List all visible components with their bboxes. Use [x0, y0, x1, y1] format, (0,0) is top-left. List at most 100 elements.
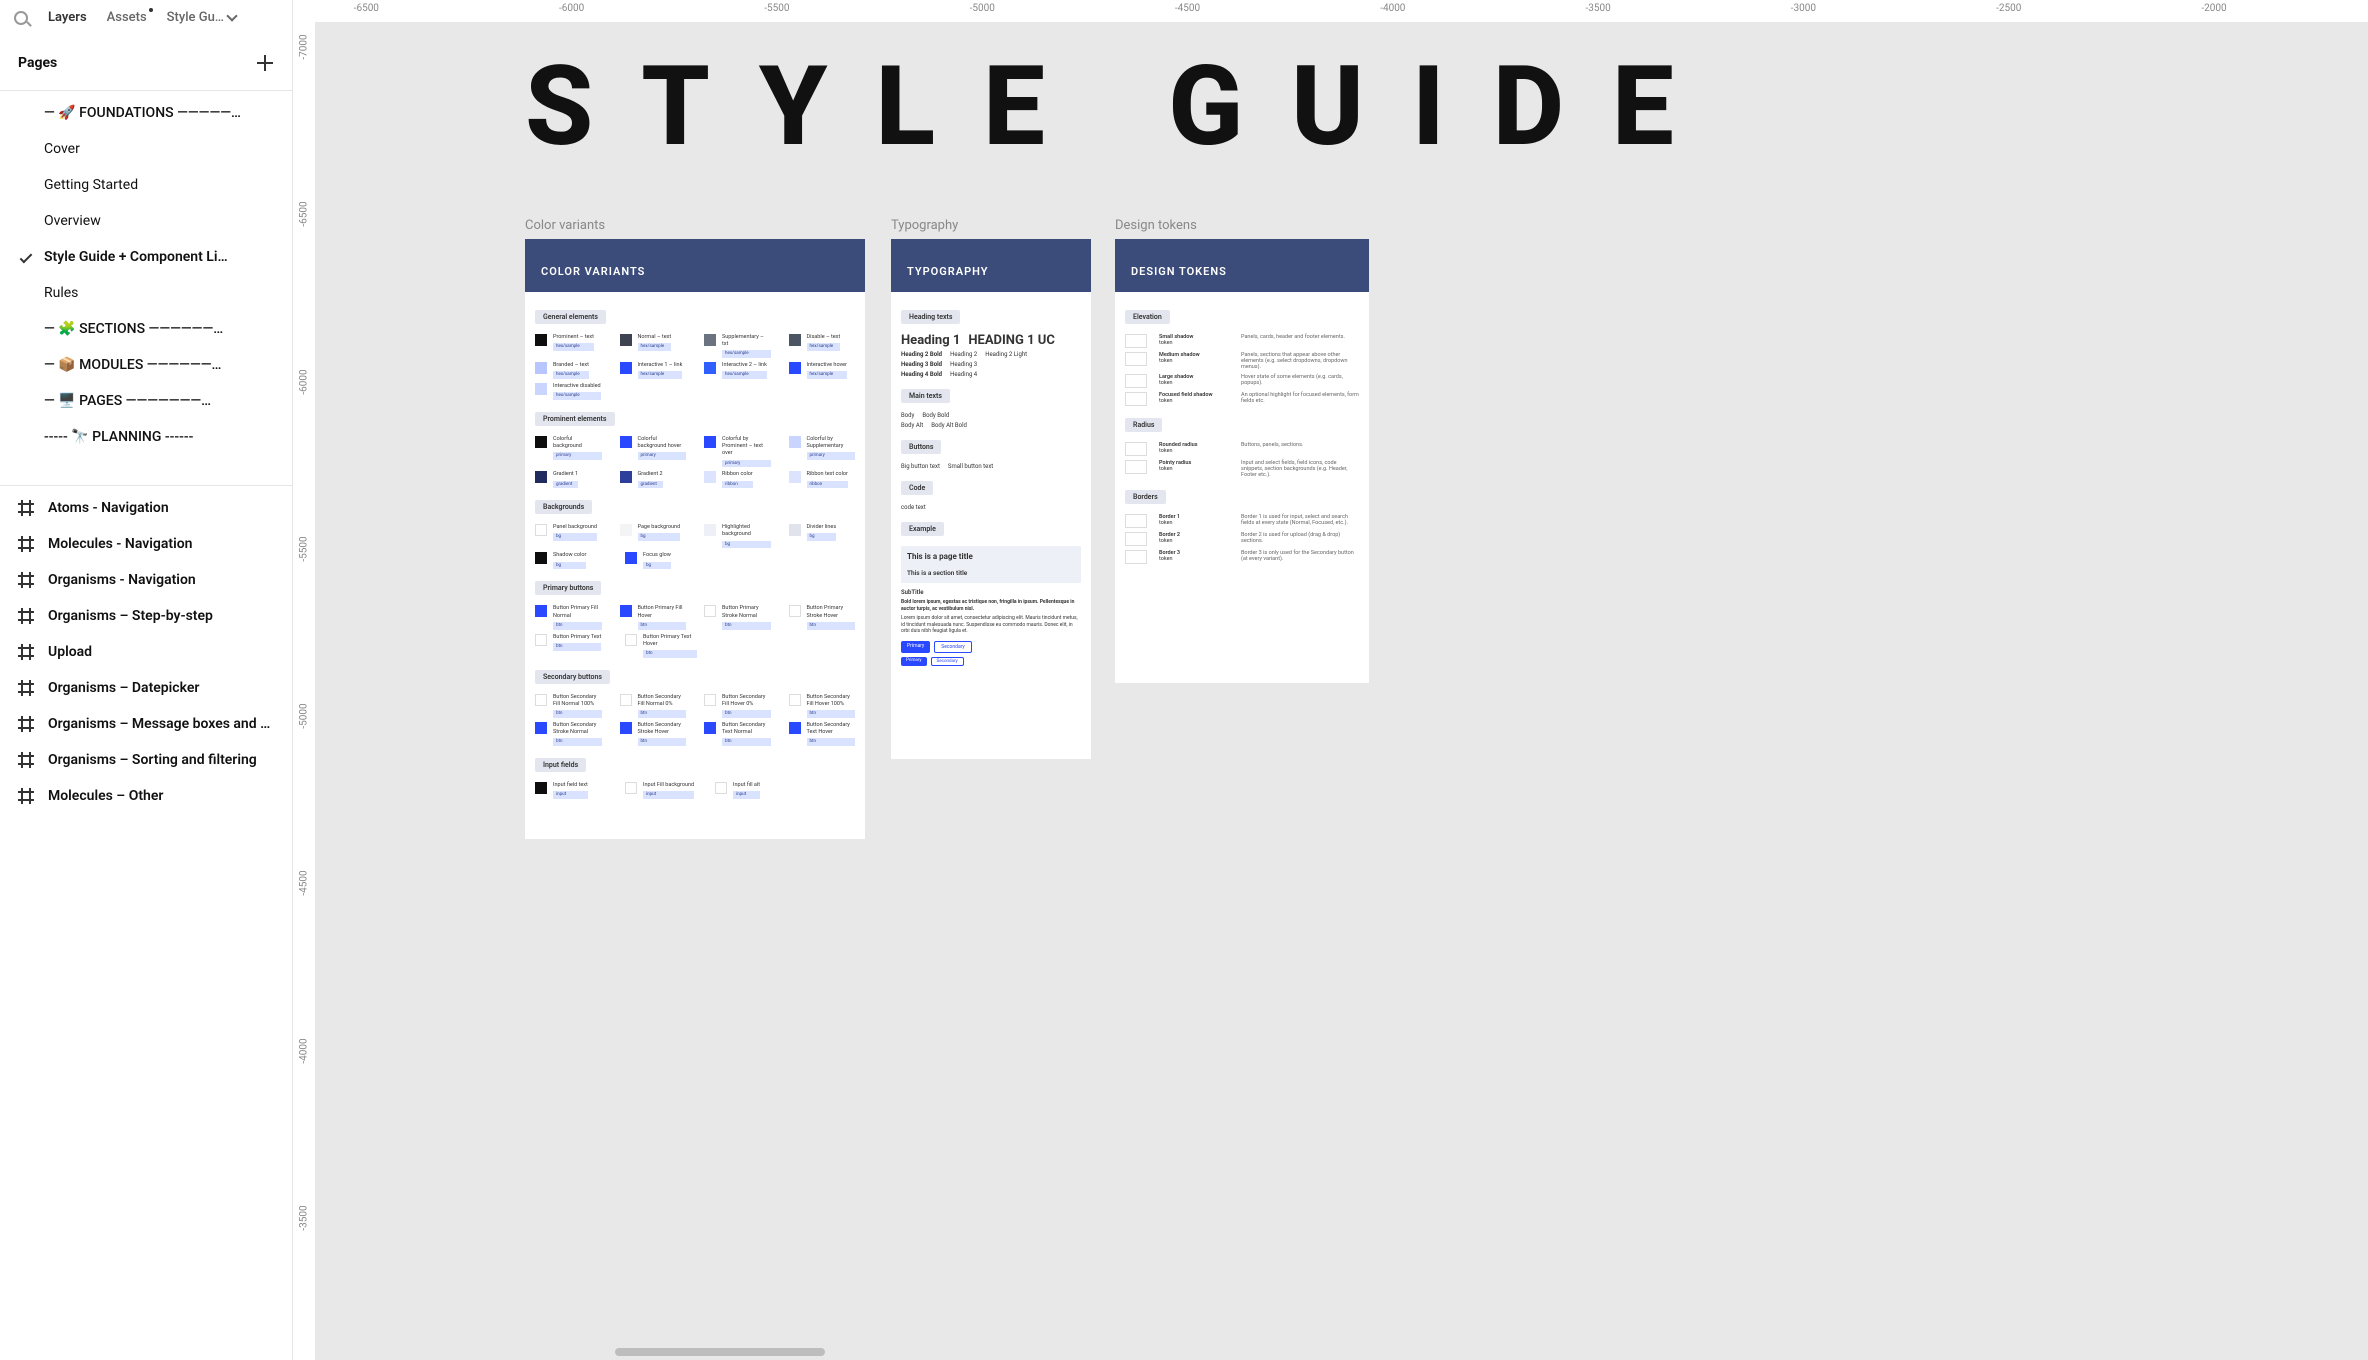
- color-swatch[interactable]: Ribbon colorribbon: [704, 471, 771, 488]
- swatch-labels: Button Secondary Fill Normal 0%btn: [638, 694, 687, 718]
- color-swatch[interactable]: Panel backgroundbg: [535, 524, 602, 548]
- page-item[interactable]: Getting Started: [0, 167, 292, 203]
- color-swatch[interactable]: Button Primary Fill Normalbtn: [535, 605, 602, 629]
- example-button[interactable]: Secondary: [931, 657, 964, 666]
- color-swatch[interactable]: Input fill altinput: [715, 782, 787, 799]
- color-swatch[interactable]: Page backgroundbg: [620, 524, 687, 548]
- example-button[interactable]: Secondary: [934, 641, 972, 653]
- layer-item[interactable]: Molecules - Navigation: [0, 526, 292, 562]
- color-swatch[interactable]: Ribbon text colorribbon: [789, 471, 856, 488]
- frame-design-tokens[interactable]: Design tokens DESIGN TOKENS ElevationSma…: [1115, 218, 1369, 683]
- horizontal-scrollbar[interactable]: [615, 1348, 825, 1356]
- example-button[interactable]: Primary: [901, 641, 930, 653]
- page-item[interactable]: Cover: [0, 131, 292, 167]
- swatch-chip: [704, 471, 716, 483]
- color-swatch[interactable]: Button Secondary Fill Normal 0%btn: [620, 694, 687, 718]
- color-swatch[interactable]: Button Secondary Fill Normal 100%btn: [535, 694, 602, 718]
- layer-item[interactable]: Atoms - Navigation: [0, 490, 292, 526]
- frame-typography[interactable]: Typography TYPOGRAPHY Heading textsHeadi…: [891, 218, 1091, 759]
- color-swatch[interactable]: Focus glowbg: [625, 552, 697, 569]
- color-swatch[interactable]: Gradient 2gradient: [620, 471, 687, 488]
- swatch-labels: Highlighted backgroundbg: [722, 524, 771, 548]
- color-swatch[interactable]: Branded – texthex/sample: [535, 362, 602, 379]
- page-item[interactable]: Overview: [0, 203, 292, 239]
- color-swatch[interactable]: Button Primary Stroke Normalbtn: [704, 605, 771, 629]
- color-swatch[interactable]: Supplementary – txthex/sample: [704, 334, 771, 358]
- swatch-chip: [620, 334, 632, 346]
- typography-sample: Body Alt Bold: [931, 422, 967, 429]
- color-swatch[interactable]: Colorful by Supplementaryprimary: [789, 436, 856, 467]
- layer-item[interactable]: Organisms – Step-by-step: [0, 598, 292, 634]
- frame-color-variants[interactable]: Color variants COLOR VARIANTS General el…: [525, 218, 865, 839]
- color-swatch[interactable]: Interactive 2 – linkhex/sample: [704, 362, 771, 379]
- ruler-tick: -5500: [299, 536, 310, 561]
- page-item[interactable]: — 🖥️ PAGES ———————…: [0, 383, 292, 419]
- color-swatch[interactable]: Button Primary Fill Hoverbtn: [620, 605, 687, 629]
- color-swatch[interactable]: Normal – texthex/sample: [620, 334, 687, 358]
- section-pill: General elements: [535, 310, 606, 324]
- canvas-viewport[interactable]: STYLE GUIDE Color variants COLOR VARIANT…: [315, 22, 2368, 1360]
- color-swatch[interactable]: Button Primary Text Hoverbtn: [625, 634, 697, 658]
- search-icon[interactable]: [14, 11, 28, 25]
- color-swatch[interactable]: Button Secondary Stroke Normalbtn: [535, 722, 602, 746]
- layer-item[interactable]: Organisms – Sorting and filtering: [0, 742, 292, 778]
- swatch-row: Colorful backgroundprimary Colorful backg…: [535, 436, 855, 467]
- color-swatch[interactable]: Input Fill backgroundinput: [625, 782, 697, 799]
- color-swatch[interactable]: Button Primary Textbtn: [535, 634, 607, 658]
- color-swatch[interactable]: Colorful background hoverprimary: [620, 436, 687, 467]
- layer-item[interactable]: Upload: [0, 634, 292, 670]
- swatch-labels: Button Primary Stroke Hoverbtn: [807, 605, 856, 629]
- color-swatch[interactable]: Button Secondary Text Hoverbtn: [789, 722, 856, 746]
- frame-icon: [18, 752, 34, 768]
- page-item[interactable]: — 📦 MODULES ——————…: [0, 347, 292, 383]
- page-item[interactable]: — 🚀 FOUNDATIONS —————…: [0, 95, 292, 131]
- canvas-area[interactable]: -6500-6000-5500-5000-4500-4000-3500-3000…: [293, 0, 2368, 1360]
- token-description: An optional highlight for focused elemen…: [1241, 392, 1359, 404]
- tab-styleguide-dropdown[interactable]: Style Gu…: [167, 10, 236, 25]
- color-swatch[interactable]: Button Secondary Text Normalbtn: [704, 722, 771, 746]
- color-swatch[interactable]: Interactive 1 – linkhex/sample: [620, 362, 687, 379]
- swatch-row: Branded – texthex/sample Interactive 1 – …: [535, 362, 855, 379]
- add-page-icon[interactable]: [256, 54, 274, 72]
- page-item[interactable]: — 🧩 SECTIONS ——————…: [0, 311, 292, 347]
- color-swatch[interactable]: Button Primary Stroke Hoverbtn: [789, 605, 856, 629]
- token-row: Border 1tokenBorder 1 is used for input,…: [1125, 514, 1359, 528]
- swatch-tag: btn: [722, 738, 771, 746]
- color-swatch[interactable]: Shadow colorbg: [535, 552, 607, 569]
- example-button[interactable]: Primary: [901, 657, 927, 666]
- layer-item[interactable]: Organisms – Datepicker: [0, 670, 292, 706]
- page-item[interactable]: Style Guide + Component Li…: [0, 239, 292, 275]
- page-item-label: — 🧩 SECTIONS ——————…: [44, 321, 223, 337]
- swatch-labels: Colorful background hoverprimary: [638, 436, 687, 460]
- layer-item[interactable]: Organisms - Navigation: [0, 562, 292, 598]
- color-swatch[interactable]: Prominent – texthex/sample: [535, 334, 602, 358]
- color-swatch[interactable]: Highlighted backgroundbg: [704, 524, 771, 548]
- color-swatch[interactable]: Gradient 1gradient: [535, 471, 602, 488]
- swatch-name: Button Secondary Fill Hover 100%: [807, 694, 856, 708]
- color-swatch[interactable]: Colorful backgroundprimary: [535, 436, 602, 467]
- color-swatch[interactable]: Interactive disabledhex/sample: [535, 383, 607, 400]
- color-swatch[interactable]: Input field textinput: [535, 782, 607, 799]
- color-swatch[interactable]: Disable – texthex/sample: [789, 334, 856, 358]
- swatch-labels: Ribbon text colorribbon: [807, 471, 848, 488]
- frame-icon: [18, 572, 34, 588]
- color-swatch[interactable]: Button Secondary Stroke Hoverbtn: [620, 722, 687, 746]
- color-swatch[interactable]: Divider linesbg: [789, 524, 856, 548]
- color-swatch[interactable]: Colorful by Prominent – text overprimary: [704, 436, 771, 467]
- frame-header: TYPOGRAPHY: [891, 239, 1091, 292]
- color-swatch[interactable]: Button Secondary Fill Hover 0%btn: [704, 694, 771, 718]
- example-bold-paragraph: Bold lorem ipsum, egestas ac tristique n…: [901, 599, 1081, 612]
- ruler-tick: -7000: [299, 34, 310, 59]
- page-item[interactable]: ----- 🔭 PLANNING ------: [0, 419, 292, 455]
- swatch-chip: [620, 722, 632, 734]
- pages-title: Pages: [18, 55, 57, 71]
- layer-item[interactable]: Organisms – Message boxes and …: [0, 706, 292, 742]
- color-swatch[interactable]: Button Secondary Fill Hover 100%btn: [789, 694, 856, 718]
- layer-item[interactable]: Molecules – Other: [0, 778, 292, 814]
- tab-assets[interactable]: Assets: [107, 10, 147, 25]
- swatch-labels: Interactive hoverhex/sample: [807, 362, 847, 379]
- page-item[interactable]: Rules: [0, 275, 292, 311]
- token-row: Large shadowtokenHover state of some ele…: [1125, 374, 1359, 388]
- color-swatch[interactable]: Interactive hoverhex/sample: [789, 362, 856, 379]
- tab-layers[interactable]: Layers: [48, 10, 87, 25]
